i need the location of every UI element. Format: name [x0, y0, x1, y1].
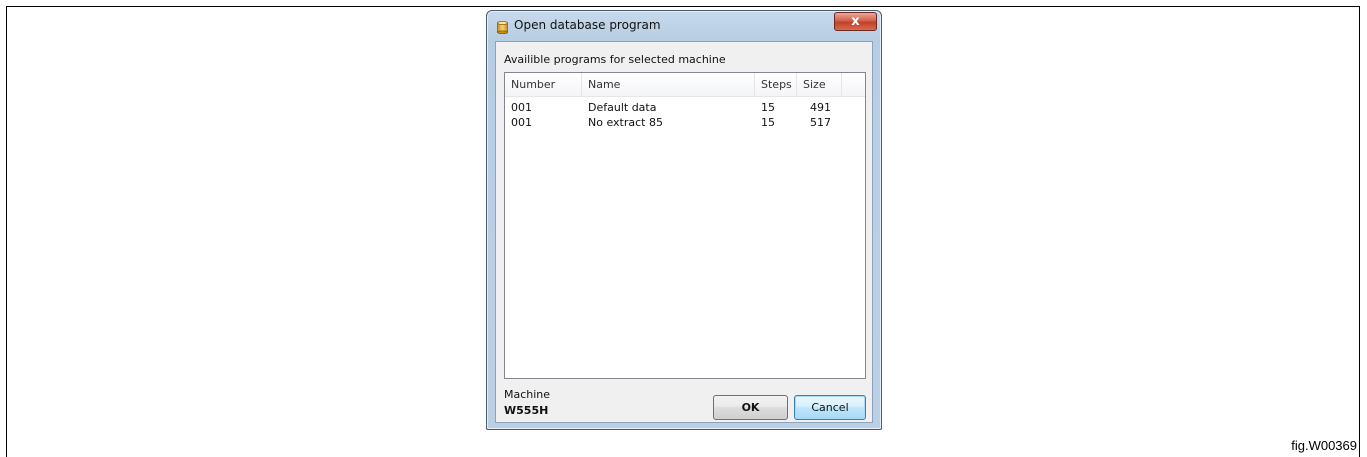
figure-caption: fig.W00369: [1291, 438, 1357, 453]
ok-button[interactable]: OK: [713, 395, 788, 420]
dialog-client-area: Availible programs for selected machine …: [495, 41, 873, 423]
cell-steps: 15: [761, 116, 775, 129]
cell-size: 517: [810, 116, 831, 129]
programs-list[interactable]: Number Name Steps Size 001 Default data …: [504, 72, 866, 379]
machine-value: W555H: [504, 404, 549, 417]
column-header-number[interactable]: Number: [505, 73, 582, 96]
cell-number: 001: [511, 101, 532, 114]
machine-label: Machine: [504, 388, 551, 401]
cell-size: 491: [810, 101, 831, 114]
list-item[interactable]: 001 No extract 85 15 517: [505, 115, 865, 130]
cell-steps: 15: [761, 101, 775, 114]
cell-name: Default data: [588, 101, 657, 114]
column-header-size[interactable]: Size: [797, 73, 842, 96]
column-header-steps[interactable]: Steps: [755, 73, 797, 96]
database-cylinder-icon: [497, 19, 508, 35]
close-icon: x: [851, 14, 860, 29]
list-item[interactable]: 001 Default data 15 491: [505, 100, 865, 115]
title-bar[interactable]: Open database program x: [487, 11, 881, 40]
cell-name: No extract 85: [588, 116, 663, 129]
open-database-dialog: Open database program x Availible progra…: [486, 10, 882, 430]
column-header-name[interactable]: Name: [582, 73, 755, 96]
programs-section-label: Availible programs for selected machine: [504, 53, 726, 66]
list-header: Number Name Steps Size: [505, 73, 865, 97]
cancel-button[interactable]: Cancel: [794, 395, 866, 420]
dialog-title: Open database program: [514, 18, 661, 32]
cell-number: 001: [511, 116, 532, 129]
close-button[interactable]: x: [834, 12, 877, 31]
